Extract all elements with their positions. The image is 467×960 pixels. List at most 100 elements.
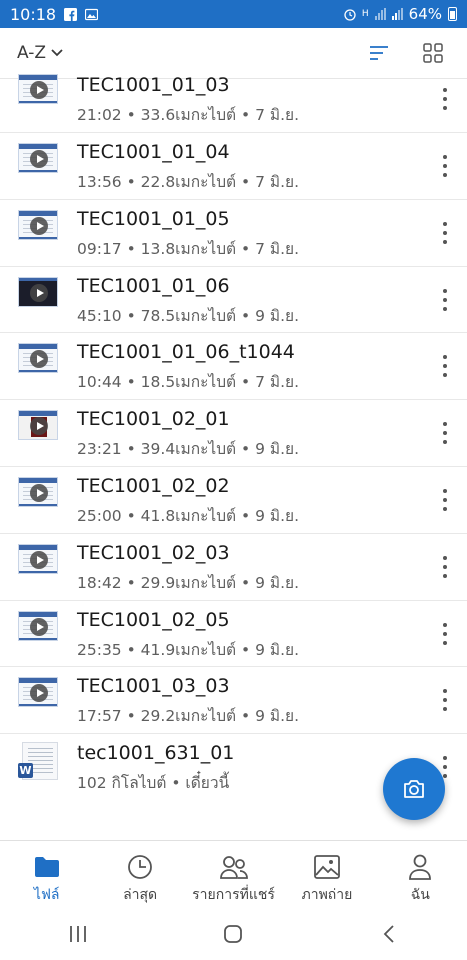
file-meta: 18:42 • 29.9เมกะไบต์ • 9 มิ.ย. <box>77 573 300 592</box>
file-meta: 102 กิโลไบต์ • เดี๋ยวนี้ <box>77 774 230 793</box>
more-options-icon[interactable] <box>437 488 453 511</box>
network-type: H <box>361 8 369 19</box>
battery-icon <box>448 7 457 21</box>
nav-files[interactable]: ไฟล์ <box>0 841 93 909</box>
file-meta: 25:35 • 41.9เมกะไบต์ • 9 มิ.ย. <box>77 640 300 659</box>
status-bar: 10:18 H 64% <box>0 0 467 28</box>
file-name: TEC1001_02_01 <box>77 408 230 431</box>
signal-icon <box>374 8 386 20</box>
facebook-icon <box>64 7 78 21</box>
home-icon[interactable] <box>213 919 253 949</box>
person-icon <box>406 853 434 881</box>
file-name: TEC1001_02_02 <box>77 474 230 497</box>
folder-icon <box>33 853 61 881</box>
file-row[interactable]: TEC1001_02_03 18:42 • 29.9เมกะไบต์ • 9 ม… <box>0 534 467 601</box>
shared-people-icon <box>219 853 248 881</box>
battery-percent: 64% <box>408 5 442 23</box>
more-options-icon[interactable] <box>437 555 453 578</box>
video-thumbnail <box>18 276 58 307</box>
toolbar: A-Z <box>0 28 467 79</box>
file-meta: 25:00 • 41.8เมกะไบต์ • 9 มิ.ย. <box>77 506 300 525</box>
video-thumbnail <box>18 476 58 507</box>
file-meta: 10:44 • 18.5เมกะไบต์ • 7 มิ.ย. <box>77 373 300 392</box>
file-meta: 23:21 • 39.4เมกะไบต์ • 9 มิ.ย. <box>77 440 300 459</box>
more-options-icon[interactable] <box>437 288 453 311</box>
nav-recent[interactable]: ล่าสุด <box>93 841 186 909</box>
nav-label: ล่าสุด <box>123 887 158 903</box>
file-row[interactable]: TEC1001_02_05 25:35 • 41.9เมกะไบต์ • 9 ม… <box>0 601 467 668</box>
file-row[interactable]: TEC1001_02_01 23:21 • 39.4เมกะไบต์ • 9 ม… <box>0 400 467 467</box>
more-options-icon[interactable] <box>437 155 453 177</box>
nav-label: รายการที่แชร์ <box>192 887 275 903</box>
alarm-icon <box>344 9 356 21</box>
gallery-icon <box>85 8 99 20</box>
photo-icon <box>313 853 341 881</box>
status-time: 10:18 <box>10 4 57 24</box>
file-name: TEC1001_03_03 <box>77 675 230 698</box>
file-meta: 13:56 • 22.8เมกะไบต์ • 7 มิ.ย. <box>77 173 300 191</box>
more-options-icon[interactable] <box>437 88 453 110</box>
file-name: TEC1001_01_04 <box>77 141 230 163</box>
video-thumbnail <box>18 74 58 104</box>
file-row[interactable]: TEC1001_01_06 45:10 • 78.5เมกะไบต์ • 9 ม… <box>0 267 467 334</box>
file-name: TEC1001_01_05 <box>77 207 230 230</box>
nav-label: ไฟล์ <box>33 887 60 903</box>
nav-shared[interactable]: รายการที่แชร์ <box>187 841 280 909</box>
more-options-icon[interactable] <box>437 221 453 244</box>
play-icon <box>30 81 48 99</box>
file-row[interactable]: TEC1001_01_04 13:56 • 22.8เมกะไบต์ • 7 ม… <box>0 133 467 200</box>
recent-apps-icon[interactable] <box>58 919 98 949</box>
signal-icon-2 <box>391 8 403 20</box>
more-options-icon[interactable] <box>437 689 453 712</box>
sort-list-icon[interactable] <box>367 41 391 65</box>
file-meta: 45:10 • 78.5เมกะไบต์ • 9 มิ.ย. <box>77 306 300 325</box>
file-row[interactable]: TEC1001_01_05 09:17 • 13.8เมกะไบต์ • 7 ม… <box>0 200 467 267</box>
play-icon <box>30 617 48 636</box>
file-name: TEC1001_01_03 <box>77 74 230 96</box>
nav-label: ฉัน <box>410 887 430 903</box>
file-meta: 17:57 • 29.2เมกะไบต์ • 9 มิ.ย. <box>77 707 300 726</box>
video-thumbnail <box>18 143 58 173</box>
bottom-nav: ไฟล์ ล่าสุด รายการที่แชร์ ภาพถ่าย ฉัน <box>0 840 467 909</box>
file-row[interactable]: TEC1001_01_03 21:02 • 33.6เมกะไบต์ • 7 ม… <box>0 74 467 133</box>
file-name: tec1001_631_01 <box>77 742 235 765</box>
file-row[interactable]: TEC1001_01_06_t1044 10:44 • 18.5เมกะไบต์… <box>0 333 467 401</box>
play-icon <box>30 283 48 302</box>
word-document-thumbnail: W <box>18 742 58 781</box>
video-thumbnail <box>18 410 58 441</box>
sort-label: A-Z <box>17 43 47 63</box>
file-meta: 09:17 • 13.8เมกะไบต์ • 7 มิ.ย. <box>77 239 300 258</box>
nav-label: ภาพถ่าย <box>301 887 353 903</box>
more-options-icon[interactable] <box>437 622 453 645</box>
play-icon <box>30 550 48 569</box>
play-icon <box>30 216 48 235</box>
video-thumbnail <box>18 343 58 374</box>
play-icon <box>30 483 48 502</box>
sort-button[interactable]: A-Z <box>17 43 64 63</box>
chevron-down-icon <box>51 49 63 57</box>
video-thumbnail <box>18 677 58 708</box>
file-name: TEC1001_02_05 <box>77 608 230 631</box>
nav-me[interactable]: ฉัน <box>374 841 467 909</box>
file-row[interactable]: TEC1001_03_03 17:57 • 29.2เมกะไบต์ • 9 ม… <box>0 667 467 735</box>
system-nav-bar <box>0 908 467 960</box>
more-options-icon[interactable] <box>437 422 453 445</box>
file-name: TEC1001_01_06 <box>77 274 230 297</box>
file-row[interactable]: TEC1001_02_02 25:00 • 41.8เมกะไบต์ • 9 ม… <box>0 467 467 534</box>
word-icon: W <box>18 763 33 779</box>
file-list: TEC1001_01_03 21:02 • 33.6เมกะไบต์ • 7 ม… <box>0 74 467 801</box>
file-name: TEC1001_02_03 <box>77 541 230 564</box>
file-name: TEC1001_01_06_t1044 <box>77 341 295 364</box>
back-icon[interactable] <box>369 919 409 949</box>
video-thumbnail <box>18 610 58 641</box>
nav-photos[interactable]: ภาพถ่าย <box>280 841 373 909</box>
video-thumbnail <box>18 543 58 574</box>
more-options-icon[interactable] <box>437 355 453 378</box>
camera-icon <box>404 780 424 798</box>
video-thumbnail <box>18 209 58 240</box>
file-meta: 21:02 • 33.6เมกะไบต์ • 7 มิ.ย. <box>77 106 300 124</box>
clock-icon <box>126 853 154 881</box>
camera-fab-button[interactable] <box>383 758 445 820</box>
grid-view-icon[interactable] <box>421 41 445 65</box>
play-icon <box>30 150 48 168</box>
